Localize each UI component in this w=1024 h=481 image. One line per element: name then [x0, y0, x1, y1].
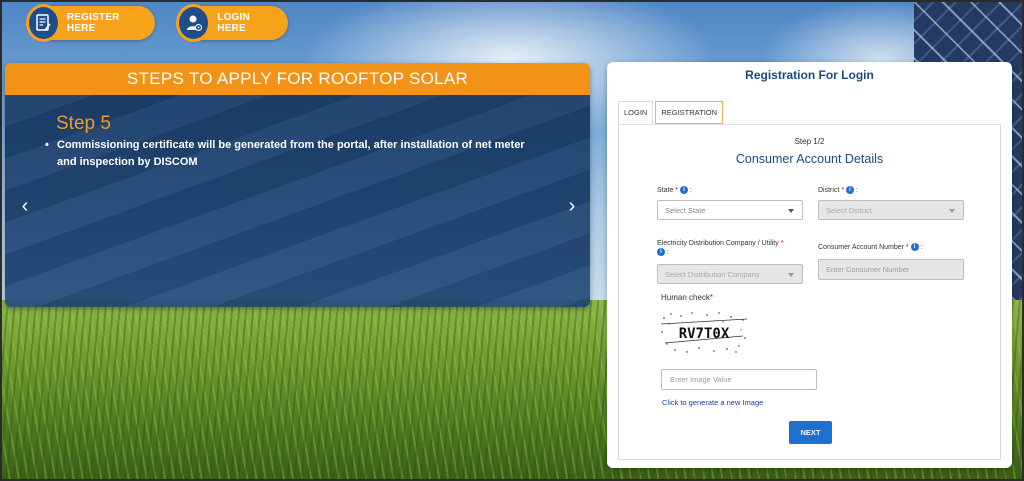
discom-label-text: Electricity Distribution Company / Utili… [657, 240, 779, 247]
state-label: State * i : [657, 186, 692, 195]
required-marker: * [673, 187, 679, 194]
consumer-number-input[interactable]: Enter Consumer Number [818, 259, 964, 280]
register-here-button[interactable]: REGISTER HERE [26, 4, 155, 42]
bullet-icon: • [45, 139, 49, 151]
step-counter: Step 1/2 [794, 137, 825, 146]
next-button[interactable]: NEXT [789, 421, 832, 444]
captcha-input[interactable]: Enter Image Value [661, 369, 817, 390]
login-here-button[interactable]: LOGIN HERE [176, 4, 288, 42]
user-login-icon [176, 4, 212, 42]
district-select-value: Select District [826, 206, 872, 215]
step-description-text: Commissioning certificate will be genera… [57, 139, 525, 168]
consumer-number-label: Consumer Account Number * i : [818, 243, 923, 252]
consumer-number-label-text: Consumer Account Number [818, 244, 904, 251]
registration-card: Registration For Login LOGIN REGISTRATIO… [607, 62, 1012, 468]
steps-slide: Step 5 • Commissioning certificate will … [5, 95, 590, 307]
carousel-next-arrow-icon[interactable]: › [562, 195, 582, 218]
section-title: Consumer Account Details [735, 152, 884, 166]
register-here-label: REGISTER HERE [66, 12, 120, 34]
district-label-text: District [818, 187, 840, 194]
info-icon[interactable]: i [910, 243, 919, 252]
captcha-input-placeholder: Enter Image Value [670, 375, 732, 384]
login-registration-tabs: LOGIN REGISTRATION [618, 101, 724, 125]
district-select[interactable]: Select District [818, 200, 964, 220]
step-description: • Commissioning certificate will be gene… [45, 137, 541, 171]
district-label: District * i : [818, 186, 858, 195]
info-icon[interactable]: i [846, 186, 855, 195]
chevron-down-icon [788, 273, 794, 277]
tab-login[interactable]: LOGIN [618, 101, 654, 125]
registration-title: Registration For Login [745, 68, 874, 82]
login-here-label: LOGIN HERE [217, 12, 250, 34]
chevron-down-icon [788, 209, 794, 213]
human-check-label-text: Human check [661, 293, 710, 302]
step-title: Step 5 [56, 113, 111, 134]
discom-select[interactable]: Select Distribution Company [657, 264, 803, 284]
captcha-text: RV7T0X [679, 326, 730, 342]
carousel-prev-arrow-icon[interactable]: ‹ [15, 195, 35, 218]
state-select[interactable]: Select State [657, 200, 803, 220]
state-select-value: Select State [665, 206, 706, 215]
chevron-down-icon [949, 209, 955, 213]
info-icon[interactable]: i [679, 186, 688, 195]
required-marker: * [903, 244, 909, 251]
steps-carousel: STEPS TO APPLY FOR ROOFTOP SOLAR Step 5 … [5, 63, 590, 307]
human-check-label: Human check* [661, 293, 713, 302]
registration-form: Step 1/2 Consumer Account Details State … [618, 124, 1001, 460]
required-marker: * [778, 240, 784, 247]
steps-header: STEPS TO APPLY FOR ROOFTOP SOLAR [5, 63, 590, 95]
regenerate-captcha-link[interactable]: Click to generate a new Image [662, 398, 763, 407]
discom-label: Electricity Distribution Company / Utili… [657, 240, 784, 257]
consumer-number-placeholder: Enter Consumer Number [826, 265, 910, 274]
register-document-icon [26, 4, 61, 42]
state-label-text: State [657, 187, 674, 194]
required-marker: * [839, 187, 845, 194]
discom-select-value: Select Distribution Company [665, 270, 760, 279]
tab-registration[interactable]: REGISTRATION [655, 101, 724, 125]
captcha-image: RV7T0X [659, 310, 749, 356]
info-icon[interactable]: i [657, 248, 665, 257]
required-marker: * [709, 293, 714, 302]
